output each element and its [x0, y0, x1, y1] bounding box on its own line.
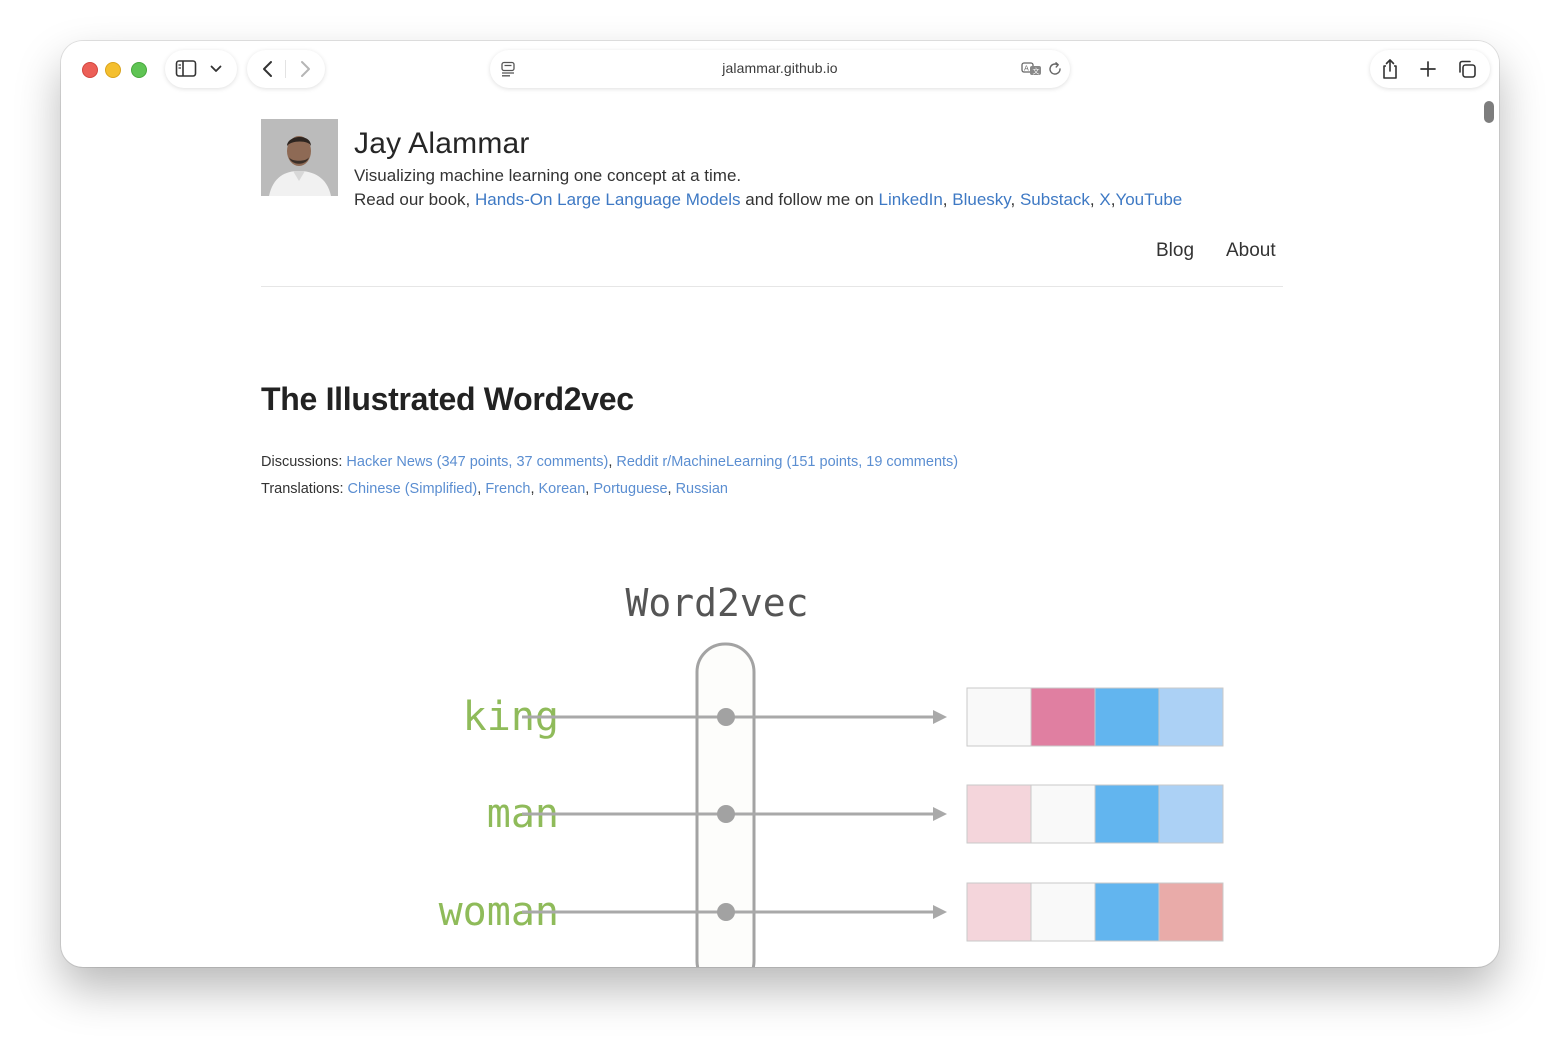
youtube-link[interactable]: YouTube — [1115, 190, 1182, 209]
separator: , — [942, 190, 953, 209]
diagram-rows: kingmanwoman — [439, 687, 1224, 942]
embedding-cell — [1030, 784, 1096, 844]
window-actions-group — [1370, 50, 1490, 88]
svg-text:文: 文 — [1033, 66, 1040, 75]
nav-blog-link[interactable]: Blog — [1156, 240, 1194, 262]
author-avatar[interactable] — [261, 119, 338, 196]
word2vec-diagram: Word2vec kingmanwoman — [439, 581, 1224, 967]
embedding-cell — [1158, 784, 1224, 844]
model-node-dot — [717, 708, 735, 726]
author-photo-image — [261, 119, 338, 196]
browser-window: jalammar.github.io A 文 Jay Alammar Visua… — [61, 41, 1499, 967]
forward-arrow-icon[interactable] — [298, 60, 312, 78]
embedding-cell — [966, 784, 1032, 844]
share-icon[interactable] — [1380, 58, 1400, 80]
translations-label: Translations: — [261, 481, 348, 497]
minimize-window-button[interactable] — [105, 62, 121, 78]
new-tab-plus-icon[interactable] — [1419, 60, 1437, 78]
translation-chinese-link[interactable]: Chinese (Simplified) — [348, 481, 478, 497]
diagram-title: Word2vec — [625, 581, 808, 625]
embedding-cell — [1094, 784, 1160, 844]
follow-text: and follow me on — [740, 190, 879, 209]
translation-french-link[interactable]: French — [485, 481, 530, 497]
model-node-dot — [717, 903, 735, 921]
model-node-dot — [717, 805, 735, 823]
header-divider — [261, 286, 1283, 287]
page-content: Jay Alammar Visualizing machine learning… — [61, 99, 1499, 967]
nav-about-link[interactable]: About — [1226, 240, 1276, 262]
embedding-cell — [1030, 882, 1096, 942]
embedding-cell — [966, 687, 1032, 747]
history-nav-group — [247, 50, 325, 88]
site-title[interactable]: Jay Alammar — [354, 127, 530, 161]
browser-toolbar: jalammar.github.io A 文 — [61, 41, 1499, 99]
linkedin-link[interactable]: LinkedIn — [879, 190, 943, 209]
zoom-window-button[interactable] — [131, 62, 147, 78]
sidebar-icon[interactable] — [175, 59, 197, 79]
arrow-head — [933, 807, 947, 821]
chevron-down-icon[interactable] — [210, 64, 222, 74]
x-link[interactable]: X — [1099, 190, 1110, 209]
embedding-cell — [1030, 687, 1096, 747]
post-title: The Illustrated Word2vec — [261, 381, 634, 417]
nav-separator — [285, 60, 286, 78]
tab-overview-icon[interactable] — [1457, 59, 1477, 79]
bluesky-link[interactable]: Bluesky — [952, 190, 1010, 209]
embedding-cell — [966, 882, 1032, 942]
reload-icon[interactable] — [1047, 61, 1063, 77]
read-prefix-text: Read our book, — [354, 190, 475, 209]
arrow-head — [933, 905, 947, 919]
embedding-cell — [1158, 882, 1224, 942]
reddit-link[interactable]: Reddit r/MachineLearning (151 points, 19… — [616, 454, 958, 470]
translation-russian-link[interactable]: Russian — [676, 481, 728, 497]
embedding-cell — [1094, 882, 1160, 942]
site-tagline: Visualizing machine learning one concept… — [354, 166, 742, 185]
arrow-head — [933, 710, 947, 724]
book-link[interactable]: Hands-On Large Language Models — [475, 190, 741, 209]
translate-icon[interactable]: A 文 — [1021, 61, 1043, 77]
embedding-cell — [1094, 687, 1160, 747]
close-window-button[interactable] — [82, 62, 98, 78]
substack-link[interactable]: Substack — [1020, 190, 1090, 209]
embedding-cell — [1158, 687, 1224, 747]
svg-text:A: A — [1024, 65, 1029, 73]
separator: , — [1089, 190, 1100, 209]
discussions-line: Discussions: Hacker News (347 points, 37… — [261, 454, 958, 470]
separator: , — [530, 481, 539, 497]
translation-portuguese-link[interactable]: Portuguese — [593, 481, 667, 497]
discussions-label: Discussions: — [261, 454, 347, 470]
separator: , — [1010, 190, 1020, 209]
back-arrow-icon[interactable] — [261, 60, 275, 78]
url-text: jalammar.github.io — [722, 60, 838, 76]
hacker-news-link[interactable]: Hacker News (347 points, 37 comments) — [346, 454, 608, 470]
sidebar-toggle-group — [165, 50, 237, 88]
translation-korean-link[interactable]: Korean — [539, 481, 586, 497]
address-bar[interactable]: jalammar.github.io A 文 — [490, 50, 1070, 88]
book-and-social-line: Read our book, Hands-On Large Language M… — [354, 190, 1182, 210]
translations-line: Translations: Chinese (Simplified), Fren… — [261, 481, 728, 497]
separator: , — [667, 481, 676, 497]
